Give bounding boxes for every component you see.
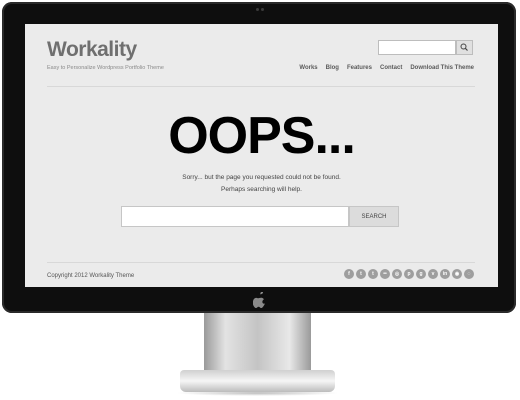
monitor-stand-base — [180, 370, 335, 392]
screen: Workality Easy to Personalize Wordpress … — [25, 24, 498, 287]
header-divider — [47, 86, 475, 87]
footer-divider — [47, 262, 475, 263]
error-heading: OOPS... — [168, 107, 356, 165]
main-nav: Works Blog Features Contact Download Thi… — [299, 65, 474, 71]
dribbble-icon[interactable]: ◎ — [392, 269, 402, 279]
main-search-input[interactable] — [121, 206, 349, 227]
error-message: Sorry... but the page you requested coul… — [182, 174, 341, 181]
facebook-icon[interactable]: f — [344, 269, 354, 279]
nav-works[interactable]: Works — [299, 65, 317, 71]
error-hint: Perhaps searching will help. — [221, 186, 302, 193]
header-search-button[interactable] — [456, 40, 473, 55]
flickr-icon[interactable]: •• — [380, 269, 390, 279]
header-search-input[interactable] — [378, 40, 456, 55]
twitter-icon[interactable]: t — [356, 269, 366, 279]
header-search — [378, 40, 474, 55]
nav-download-theme[interactable]: Download This Theme — [410, 65, 474, 71]
vimeo-icon[interactable]: v — [428, 269, 438, 279]
monitor-stand-neck — [204, 313, 311, 373]
linkedin-icon[interactable]: in — [440, 269, 450, 279]
nav-contact[interactable]: Contact — [380, 65, 402, 71]
site-tagline: Easy to Personalize Wordpress Portfolio … — [47, 65, 164, 71]
nav-blog[interactable]: Blog — [326, 65, 339, 71]
main-search-button[interactable]: SEARCH — [349, 206, 399, 227]
monitor-frame: Workality Easy to Personalize Wordpress … — [2, 2, 516, 313]
pinterest-icon[interactable]: p — [404, 269, 414, 279]
instagram-icon[interactable]: ◉ — [452, 269, 462, 279]
rss-icon[interactable]: ◌ — [464, 269, 474, 279]
copyright-text: Copyright 2012 Workality Theme — [47, 273, 135, 279]
googleplus-icon[interactable]: g — [416, 269, 426, 279]
tumblr-icon[interactable]: t — [368, 269, 378, 279]
stand-shadow — [176, 390, 339, 396]
apple-logo-icon — [253, 292, 265, 308]
camera-icon — [256, 8, 266, 11]
nav-features[interactable]: Features — [347, 65, 372, 71]
social-icons: f t t •• ◎ p g v in ◉ ◌ — [344, 269, 474, 279]
site-logo[interactable]: Workality — [47, 38, 137, 62]
search-icon — [460, 43, 468, 51]
